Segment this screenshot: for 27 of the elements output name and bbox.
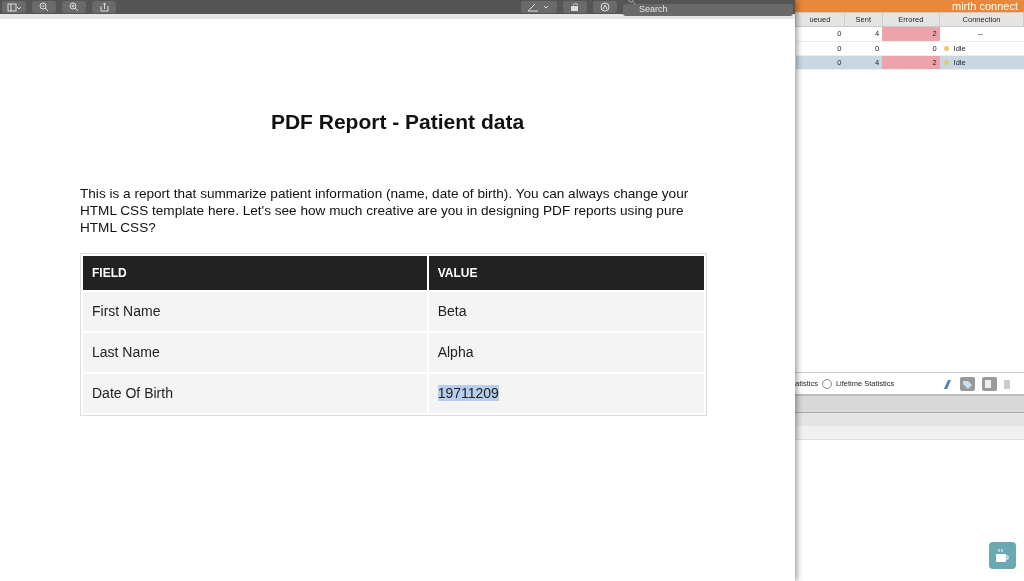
annotate-button[interactable]: [593, 1, 617, 13]
table-cell: Beta: [437, 303, 467, 320]
table-cell: Date Of Birth: [83, 374, 427, 414]
rotate-button[interactable]: [563, 1, 587, 13]
zoom-in-button[interactable]: [62, 1, 86, 13]
zoom-out-icon: [39, 2, 49, 12]
coffee-cup-icon: [995, 548, 1010, 563]
markup-button[interactable]: [521, 1, 557, 13]
coffee-cup-button[interactable]: [989, 542, 1016, 569]
sidebar-icon: [7, 2, 21, 12]
sidebar-toggle-button[interactable]: [2, 1, 26, 13]
report-paragraph: This is a report that summarize patient information (name, date of birth). You can always change your HTML CSS template here. Let's see how much creative are you in designing PDF reports using pure HTML CSS?: [80, 186, 690, 238]
share-icon: [99, 2, 109, 12]
table-cell: Alpha: [437, 344, 474, 361]
logo: mirth connect: [951, 0, 1018, 12]
table-cell: First Name: [83, 292, 427, 332]
report-title: PDF Report - Patient data: [269, 109, 526, 135]
zoom-in-icon: [69, 2, 79, 12]
search-field[interactable]: Search: [623, 3, 793, 16]
column-header: FIELD: [83, 256, 427, 291]
table-cell: Last Name: [83, 333, 427, 373]
pen-circle-icon: [600, 2, 610, 12]
table-cell: 19711209: [437, 385, 499, 402]
tag-icon[interactable]: [942, 376, 976, 391]
share-button[interactable]: [92, 1, 116, 13]
column-header: VALUE: [428, 256, 704, 291]
zoom-out-button[interactable]: [32, 1, 56, 13]
